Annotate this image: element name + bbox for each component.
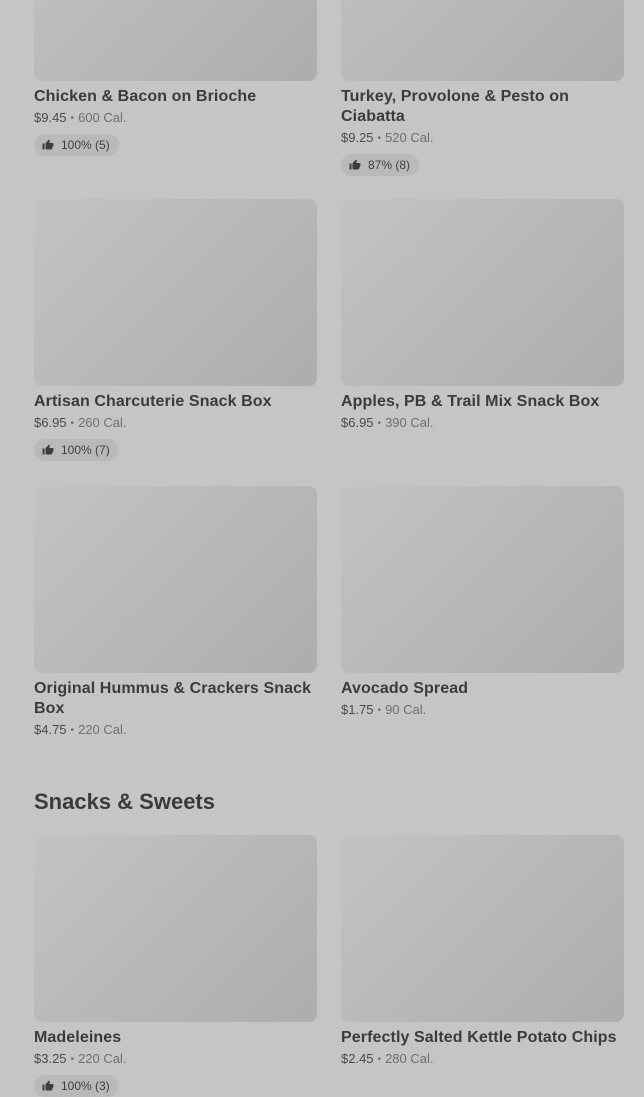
item-name: Chicken & Bacon on Brioche xyxy=(34,88,257,105)
item-calories: 280 Cal. xyxy=(385,1051,434,1066)
item-image xyxy=(34,486,317,673)
separator-dot: • xyxy=(377,418,382,429)
separator-dot: • xyxy=(70,725,75,736)
rating-text: 100% (5) xyxy=(61,138,110,152)
menu-item-card[interactable]: Avocado Spread $1.75 • 90 Cal. xyxy=(341,486,624,740)
item-price-calories: $9.25 • 520 Cal. xyxy=(341,130,624,148)
item-name: Avocado Spread xyxy=(341,680,469,697)
section-title: Snacks & Sweets xyxy=(34,789,215,814)
item-calories: 520 Cal. xyxy=(385,130,434,145)
separator-dot: • xyxy=(70,113,75,124)
thumbs-up-icon xyxy=(42,444,54,455)
item-calories: 260 Cal. xyxy=(78,415,127,430)
item-price-calories: $2.45 • 280 Cal. xyxy=(341,1051,624,1069)
item-name: Turkey, Provolone & Pesto on Ciabatta xyxy=(341,88,570,125)
item-price: $2.45 xyxy=(341,1051,374,1066)
item-price: $4.75 xyxy=(34,722,67,737)
item-calories: 220 Cal. xyxy=(78,1051,127,1066)
separator-dot: • xyxy=(377,1054,382,1065)
item-name: Artisan Charcuterie Snack Box xyxy=(34,393,272,410)
item-price: $9.25 xyxy=(341,130,374,145)
item-image xyxy=(34,835,317,1022)
rating-badge: 100% (5) xyxy=(34,134,119,156)
item-price: $9.45 xyxy=(34,110,67,125)
item-price: $6.95 xyxy=(341,415,374,430)
rating-text: 100% (3) xyxy=(61,1079,110,1093)
item-calories: 90 Cal. xyxy=(385,702,427,717)
item-image xyxy=(34,0,317,81)
rating-text: 87% (8) xyxy=(368,158,411,172)
menu-item-card[interactable]: Madeleines $3.25 • 220 Cal. 100% (3) xyxy=(34,835,317,1097)
item-name: Apples, PB & Trail Mix Snack Box xyxy=(341,393,600,410)
thumbs-up-icon xyxy=(42,139,54,150)
menu-row: Artisan Charcuterie Snack Box $6.95 • 260 … xyxy=(34,199,624,461)
separator-dot: • xyxy=(70,1054,75,1065)
item-name: Original Hummus & Crackers Snack Box xyxy=(34,680,312,717)
thumbs-up-icon xyxy=(42,1080,54,1091)
item-image xyxy=(34,199,317,386)
item-price: $3.25 xyxy=(34,1051,67,1066)
separator-dot: • xyxy=(70,418,75,429)
item-price: $6.95 xyxy=(34,415,67,430)
item-image xyxy=(341,0,624,81)
menu-item-card[interactable]: Apples, PB & Trail Mix Snack Box $6.95 • 3… xyxy=(341,199,624,461)
item-calories: 390 Cal. xyxy=(385,415,434,430)
rating-badge: 87% (8) xyxy=(341,154,420,176)
item-price: $1.75 xyxy=(341,702,374,717)
menu-item-card[interactable]: Perfectly Salted Kettle Potato Chips $2.… xyxy=(341,835,624,1097)
item-image xyxy=(341,835,624,1022)
item-price-calories: $6.95 • 260 Cal. xyxy=(34,415,317,433)
item-price-calories: $1.75 • 90 Cal. xyxy=(341,702,624,720)
item-name: Perfectly Salted Kettle Potato Chips xyxy=(341,1029,617,1046)
item-name: Madeleines xyxy=(34,1029,122,1046)
item-calories: 220 Cal. xyxy=(78,722,127,737)
thumbs-up-icon xyxy=(349,159,361,170)
rating-badge: 100% (7) xyxy=(34,439,119,461)
item-price-calories: $4.75 • 220 Cal. xyxy=(34,722,317,740)
menu-row: Madeleines $3.25 • 220 Cal. 100% (3) Perfe… xyxy=(34,835,624,1097)
menu-item-card[interactable]: Original Hummus & Crackers Snack Box $4.… xyxy=(34,486,317,740)
item-price-calories: $6.95 • 390 Cal. xyxy=(341,415,624,433)
item-calories: 600 Cal. xyxy=(78,110,127,125)
separator-dot: • xyxy=(377,705,382,716)
menu-item-card[interactable]: Turkey, Provolone & Pesto on Ciabatta $9… xyxy=(341,0,624,176)
item-image xyxy=(341,199,624,386)
menu-row: Chicken & Bacon on Brioche $9.45 • 600 Cal… xyxy=(34,0,624,176)
item-image xyxy=(341,486,624,673)
rating-badge: 100% (3) xyxy=(34,1075,119,1097)
item-price-calories: $3.25 • 220 Cal. xyxy=(34,1051,317,1069)
menu-item-card[interactable]: Artisan Charcuterie Snack Box $6.95 • 260 … xyxy=(34,199,317,461)
menu-item-card[interactable]: Chicken & Bacon on Brioche $9.45 • 600 Cal… xyxy=(34,0,317,176)
menu-row: Original Hummus & Crackers Snack Box $4.… xyxy=(34,486,624,740)
item-price-calories: $9.45 • 600 Cal. xyxy=(34,110,317,128)
separator-dot: • xyxy=(377,133,382,144)
rating-text: 100% (7) xyxy=(61,443,110,457)
